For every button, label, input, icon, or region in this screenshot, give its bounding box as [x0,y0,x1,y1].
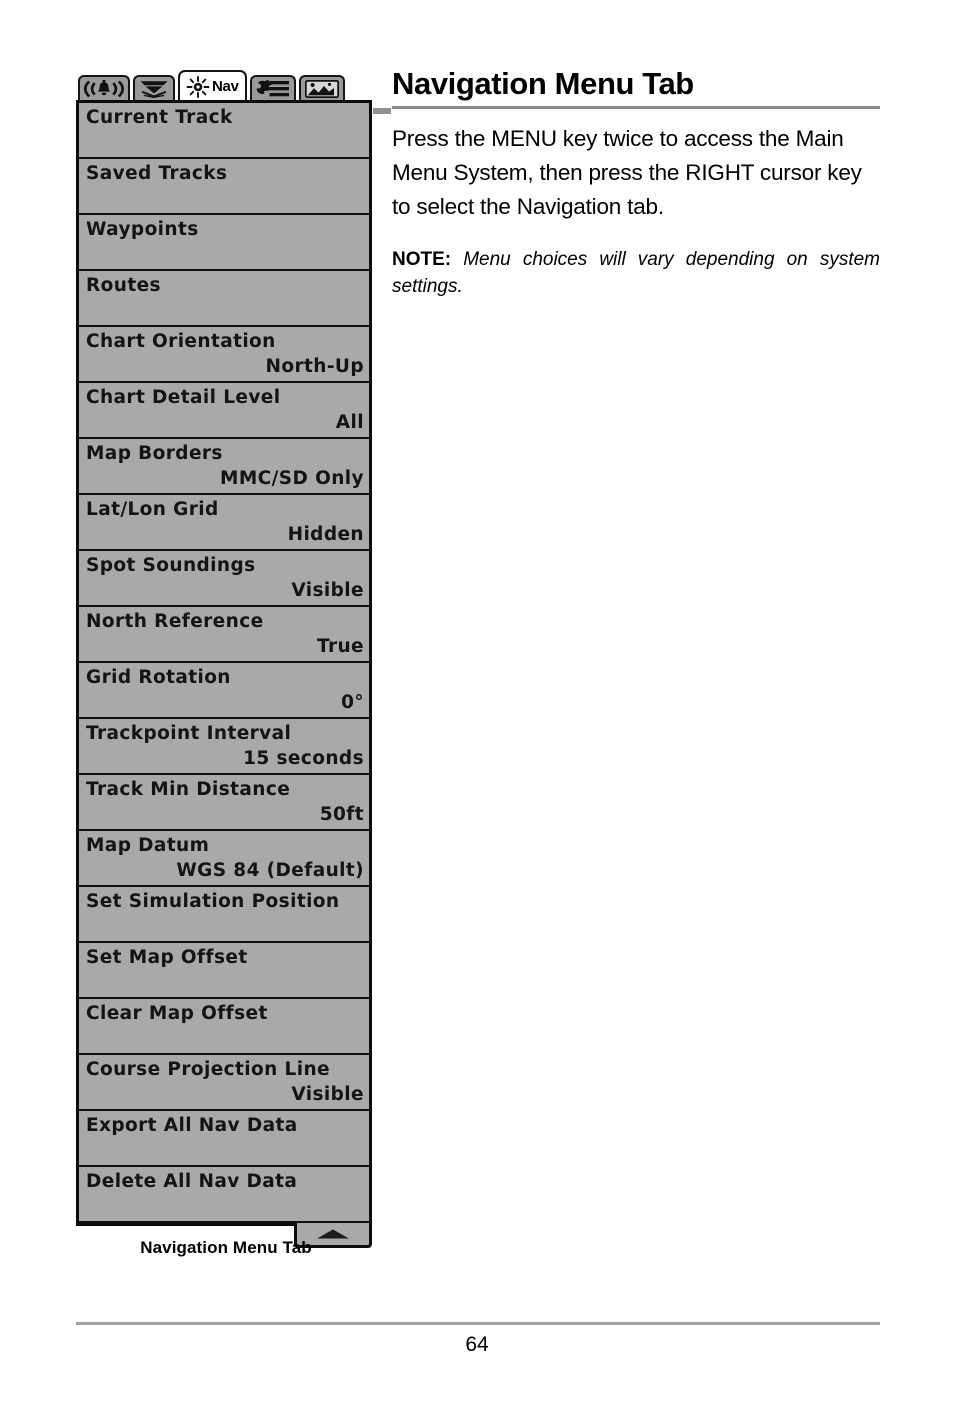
menu-row-course-projection-line[interactable]: Course Projection Line Visible [79,1055,369,1111]
menu-tab-strip: Nav [78,70,376,101]
menu-row-map-datum[interactable]: Map Datum WGS 84 (Default) [79,831,369,887]
device-screenshot-figure: Nav Current Track Saved Tracks Waypoints… [76,70,391,1257]
tab-navigation[interactable]: Nav [178,70,247,101]
menu-row-value: All [335,412,364,433]
menu-row-spot-soundings[interactable]: Spot Soundings Visible [79,551,369,607]
menu-row-grid-rotation[interactable]: Grid Rotation 0° [79,663,369,719]
footer-divider [76,1322,880,1325]
menu-row-label: Track Min Distance [86,779,291,800]
figure-caption: Navigation Menu Tab [140,1238,312,1257]
menu-row-saved-tracks[interactable]: Saved Tracks [79,159,369,215]
menu-row-trackpoint-interval[interactable]: Trackpoint Interval 15 seconds [79,719,369,775]
menu-row-label: Grid Rotation [86,667,231,688]
views-screen-icon [304,80,339,98]
note-block: NOTE: Menu choices will vary depending o… [392,246,880,300]
page-number: 64 [465,1333,489,1356]
note-text: Menu choices will vary depending on syst… [392,249,881,297]
page-title: Navigation Menu Tab [392,66,694,101]
tab-sonar[interactable] [133,75,175,101]
menu-row-value: 0° [341,692,364,713]
panel-edge-marker [373,108,391,114]
intro-paragraph: Press the MENU key twice to access the M… [392,126,862,219]
menu-row-value: Hidden [287,524,364,545]
menu-row-label: Spot Soundings [86,555,256,576]
menu-row-lat-lon-grid[interactable]: Lat/Lon Grid Hidden [79,495,369,551]
menu-row-label: Clear Map Offset [86,1003,268,1024]
menu-row-label: Export All Nav Data [86,1115,298,1136]
title-divider [392,106,880,109]
navigation-menu-panel: Current Track Saved Tracks Waypoints Rou… [76,100,391,1248]
setup-wrench-icon [256,80,290,98]
nav-compass-icon [186,75,210,98]
menu-row-label: Set Simulation Position [86,891,340,912]
menu-row-value: WGS 84 (Default) [176,860,364,881]
menu-row-label: Map Borders [86,443,223,464]
menu-row-value: Visible [291,580,364,601]
menu-row-label: Map Datum [86,835,210,856]
note-label: NOTE: [392,249,452,270]
menu-row-label: Course Projection Line [86,1059,330,1080]
menu-row-clear-map-offset[interactable]: Clear Map Offset [79,999,369,1055]
article-column: Navigation Menu Tab Press the MENU key t… [392,66,880,300]
tab-alarms[interactable] [78,75,130,101]
menu-row-label: Lat/Lon Grid [86,499,219,520]
menu-row-current-track[interactable]: Current Track [79,103,369,159]
menu-row-set-map-offset[interactable]: Set Map Offset [79,943,369,999]
menu-row-label: Set Map Offset [86,947,248,968]
tab-setup[interactable] [249,75,296,101]
menu-row-chart-detail-level[interactable]: Chart Detail Level All [79,383,369,439]
menu-row-label: Routes [86,275,161,296]
menu-row-label: Chart Orientation [86,331,276,352]
menu-row-label: North Reference [86,611,264,632]
menu-row-label: Delete All Nav Data [86,1171,298,1192]
menu-row-map-borders[interactable]: Map Borders MMC/SD Only [79,439,369,495]
menu-row-set-simulation-position[interactable]: Set Simulation Position [79,887,369,943]
menu-row-label: Current Track [86,107,233,128]
menu-row-label: Waypoints [86,219,199,240]
menu-row-value: MMC/SD Only [220,468,364,489]
menu-row-value: 15 seconds [243,748,364,769]
menu-row-value: True [316,636,364,657]
menu-row-value: Visible [291,1084,364,1105]
menu-row-label: Trackpoint Interval [86,723,292,744]
menu-row-value: North-Up [265,356,364,377]
manual-page: Nav Current Track Saved Tracks Waypoints… [0,0,954,1406]
menu-row-north-reference[interactable]: North Reference True [79,607,369,663]
menu-row-export-all-nav-data[interactable]: Export All Nav Data [79,1111,369,1167]
sonar-cone-icon [139,80,169,98]
menu-row-label: Saved Tracks [86,163,228,184]
menu-row-routes[interactable]: Routes [79,271,369,327]
menu-row-waypoints[interactable]: Waypoints [79,215,369,271]
menu-row-label: Chart Detail Level [86,387,281,408]
menu-row-value: 50ft [319,804,364,825]
tab-navigation-label: Nav [212,78,239,95]
menu-row-chart-orientation[interactable]: Chart Orientation North-Up [79,327,369,383]
menu-row-delete-all-nav-data[interactable]: Delete All Nav Data [79,1167,369,1223]
tab-views[interactable] [298,75,345,101]
menu-row-track-min-distance[interactable]: Track Min Distance 50ft [79,775,369,831]
alarm-bell-icon [84,80,124,98]
